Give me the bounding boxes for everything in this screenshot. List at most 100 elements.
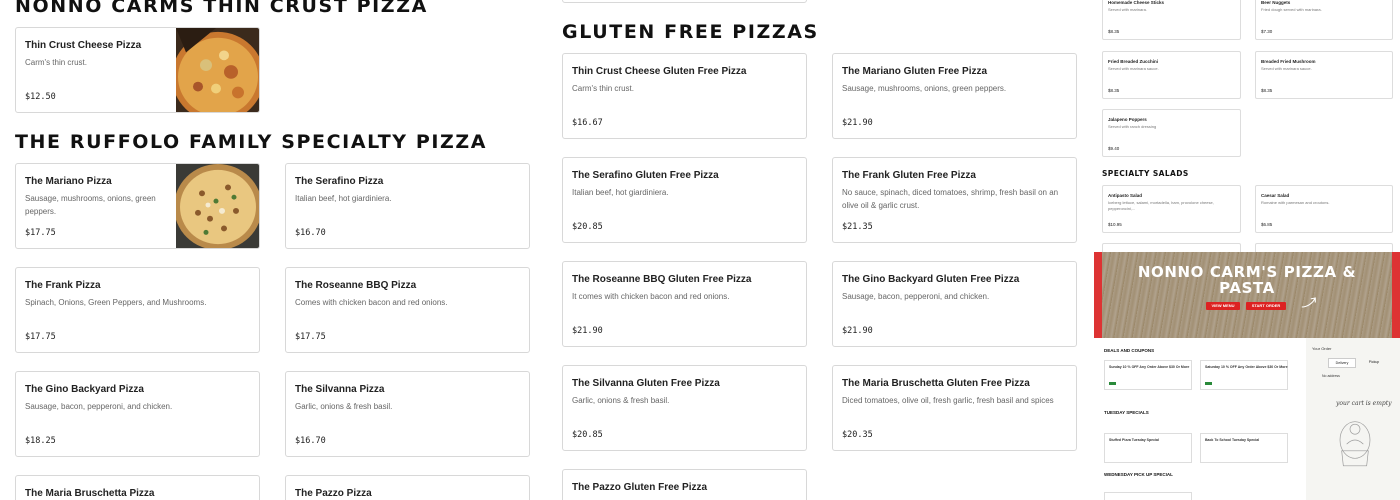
deal-badge — [1109, 382, 1116, 385]
special-card[interactable]: Stuffed Pizza Tuesday Special — [1104, 433, 1192, 463]
delivery-tab[interactable]: Delivery — [1328, 358, 1356, 368]
menu-item-description: Sausage, mushrooms, onions, green pepper… — [25, 194, 156, 216]
menu-item-card[interactable]: The Gino Backyard Pizza Sausage, bacon, … — [15, 371, 260, 457]
mini-item-price: $9.40 — [1108, 146, 1120, 151]
mini-menu-card[interactable]: Breaded Fried Mushroom Served with marin… — [1255, 51, 1393, 99]
menu-item-name: The Pazzo Pizza — [295, 488, 372, 499]
menu-item-card[interactable]: The Maria Bruschetta Pizza — [15, 475, 260, 500]
menu-item-card[interactable]: The Frank Gluten Free Pizza No sauce, sp… — [832, 157, 1077, 243]
menu-item-description: No sauce, spinach, diced tomatoes, shrim… — [842, 188, 1059, 210]
menu-item-card[interactable]: The Frank Pizza Spinach, Onions, Green P… — [15, 267, 260, 353]
hero-title-line2: PASTA — [1219, 279, 1275, 297]
empty-cart-text: your cart is empty — [1336, 400, 1392, 407]
menu-item-name: The Mariano Gluten Free Pizza — [842, 66, 988, 77]
mini-item-description: Served with marinara sauce. — [1261, 66, 1312, 71]
menu-item-price: $21.90 — [842, 118, 873, 128]
menu-item-card[interactable]: The Roseanne BBQ Gluten Free Pizza It co… — [562, 261, 807, 347]
chef-illustration-icon — [1339, 421, 1371, 467]
menu-item-card[interactable]: The Serafino Pizza Italian beef, hot gia… — [285, 163, 530, 249]
mini-menu-card[interactable]: Caesar Salad Romaine with parmesan and c… — [1255, 185, 1393, 233]
mini-item-description: Fried dough served with marinara. — [1261, 7, 1322, 12]
special-card-title: Back To School Tuesday Special — [1205, 438, 1260, 442]
menu-item-price: $20.85 — [572, 430, 603, 440]
menu-item-price: $21.35 — [842, 222, 873, 232]
menu-item-card[interactable]: The Pazzo Pizza — [285, 475, 530, 500]
section-title-thin-crust: NONNO CARMS THIN CRUST PIZZA — [15, 0, 428, 17]
menu-item-name: The Serafino Gluten Free Pizza — [572, 170, 719, 181]
menu-item-description: It comes with chicken bacon and red onio… — [572, 292, 730, 301]
mini-item-name: Caesar Salad — [1261, 193, 1290, 198]
menu-item-card[interactable]: The Silvanna Pizza Garlic, onions & fres… — [285, 371, 530, 457]
mini-item-description: Served with marinara sauce. — [1108, 66, 1159, 71]
mini-menu-card[interactable]: Jalapeno Poppers Served with ranch dress… — [1102, 109, 1241, 157]
menu-item-card[interactable]: The Serafino Gluten Free Pizza Italian b… — [562, 157, 807, 243]
menu-item-price: $17.75 — [25, 332, 56, 342]
menu-item-name: The Silvanna Pizza — [295, 384, 385, 395]
special-card[interactable] — [1104, 492, 1192, 500]
menu-item-name: The Gino Backyard Gluten Free Pizza — [842, 274, 1020, 285]
menu-item-description: Diced tomatoes, olive oil, fresh garlic,… — [842, 396, 1054, 405]
menu-item-card[interactable]: Thin Crust Cheese Pizza Carm's thin crus… — [15, 27, 260, 113]
menu-item-card[interactable]: Thin Crust Cheese Gluten Free Pizza Carm… — [562, 53, 807, 139]
mini-menu-card[interactable]: Beer Nuggets Fried dough served with mar… — [1255, 0, 1393, 40]
arrow-icon — [1301, 297, 1316, 308]
menu-item-name: Thin Crust Cheese Gluten Free Pizza — [572, 66, 747, 77]
menu-item-price: $16.70 — [295, 228, 326, 238]
menu-item-card[interactable]: The Roseanne BBQ Pizza Comes with chicke… — [285, 267, 530, 353]
mini-item-price: $7.30 — [1261, 29, 1273, 34]
mini-section-title-salads: SPECIALTY SALADS — [1102, 169, 1189, 178]
special-card[interactable]: Back To School Tuesday Special — [1200, 433, 1288, 463]
menu-item-name: The Serafino Pizza — [295, 176, 384, 187]
special-card-title: Stuffed Pizza Tuesday Special — [1109, 438, 1159, 442]
mini-item-description: Served with marinara. — [1108, 7, 1147, 12]
start-order-button[interactable]: START ORDER — [1246, 302, 1286, 310]
menu-item-price: $12.50 — [25, 92, 56, 102]
menu-item-price: $21.90 — [572, 326, 603, 336]
deal-badge — [1205, 382, 1212, 385]
wednesday-title: WEDNESDAY PICK UP SPECIAL — [1104, 472, 1173, 477]
mini-menu-card[interactable]: Homemade Cheese Sticks Served with marin… — [1102, 0, 1241, 40]
mini-item-name: Beer Nuggets — [1261, 0, 1291, 5]
menu-item-name: The Roseanne BBQ Pizza — [295, 280, 417, 291]
menu-item-description: Comes with chicken bacon and red onions. — [295, 298, 448, 307]
menu-item-name: The Pazzo Gluten Free Pizza — [572, 482, 708, 493]
section-title-gluten-free: GLUTEN FREE PIZZAS — [562, 21, 819, 43]
menu-item-card[interactable]: The Silvanna Gluten Free Pizza Garlic, o… — [562, 365, 807, 451]
order-sidebar: Your Order Delivery Pickup No address yo… — [1306, 338, 1400, 500]
menu-item-price: $16.67 — [572, 118, 603, 128]
menu-item-price: $17.75 — [25, 228, 56, 238]
mini-item-name: Antipasto Salad — [1108, 193, 1143, 198]
mini-item-price: $8.35 — [1261, 88, 1273, 93]
view-menu-button[interactable]: VIEW MENU — [1206, 302, 1240, 310]
menu-item-card[interactable]: The Pazzo Gluten Free Pizza — [562, 469, 807, 500]
menu-item-description: Garlic, onions & fresh basil. — [572, 396, 670, 405]
menu-item-card[interactable]: The Mariano Pizza Sausage, mushrooms, on… — [15, 163, 260, 249]
menu-item-description: Carm's thin crust. — [572, 84, 634, 93]
tuesday-title: TUESDAY SPECIALS — [1104, 410, 1149, 415]
menu-item-price: $18.25 — [25, 436, 56, 446]
mini-item-price: $6.85 — [1261, 222, 1273, 227]
mini-item-price: $10.95 — [1108, 222, 1122, 227]
menu-item-name: The Roseanne BBQ Gluten Free Pizza — [572, 274, 752, 285]
menu-item-card[interactable]: The Gino Backyard Gluten Free Pizza Saus… — [832, 261, 1077, 347]
pickup-tab[interactable]: Pickup — [1360, 358, 1388, 368]
hero-banner: NONNO CARM'S PIZZA & PASTA VIEW MENU STA… — [1094, 252, 1400, 338]
deal-card-title: Saturday 10 % OFF Any Order Above $30 Or… — [1205, 365, 1288, 369]
menu-item-card-partial[interactable] — [562, 0, 807, 3]
menu-item-name: Thin Crust Cheese Pizza — [25, 40, 142, 51]
deal-card[interactable]: Saturday 10 % OFF Any Order Above $30 Or… — [1200, 360, 1288, 390]
menu-item-name: The Silvanna Gluten Free Pizza — [572, 378, 720, 389]
mini-menu-card[interactable]: Antipasto Salad Iceberg lettuce, salami,… — [1102, 185, 1241, 233]
menu-item-price: $20.35 — [842, 430, 873, 440]
your-order-label: Your Order — [1312, 346, 1332, 351]
menu-item-card[interactable]: The Maria Bruschetta Gluten Free Pizza D… — [832, 365, 1077, 451]
menu-item-price: $21.90 — [842, 326, 873, 336]
mini-menu-card[interactable]: Fried Breaded Zucchini Served with marin… — [1102, 51, 1241, 99]
deal-card[interactable]: Sunday 10 % OFF Any Order Above $30 Or M… — [1104, 360, 1192, 390]
menu-item-card[interactable]: The Mariano Gluten Free Pizza Sausage, m… — [832, 53, 1077, 139]
menu-item-description: Sausage, bacon, pepperoni, and chicken. — [25, 402, 173, 411]
menu-item-description: Garlic, onions & fresh basil. — [295, 402, 393, 411]
mini-item-price: $8.35 — [1108, 29, 1120, 34]
homepage-preview: NONNO CARM'S PIZZA & PASTA VIEW MENU STA… — [1094, 252, 1400, 500]
section-title-specialty: THE RUFFOLO FAMILY SPECIALTY PIZZA — [15, 131, 488, 153]
